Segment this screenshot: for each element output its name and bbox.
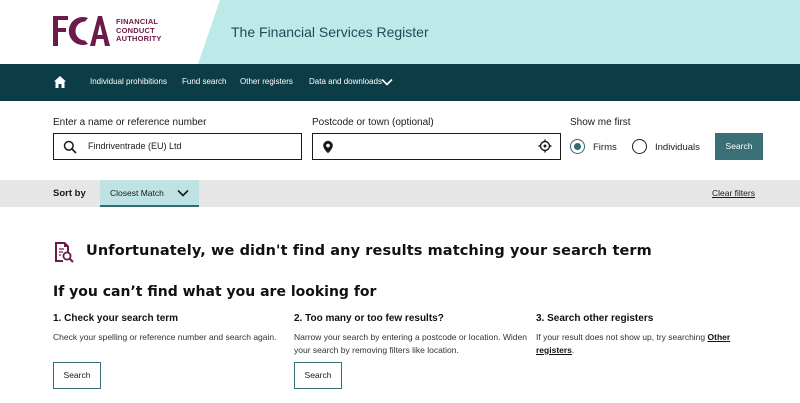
help-column-heading: 1. Check your search term [53, 313, 179, 324]
help-text-after-link: . [571, 345, 575, 355]
nav-item-data-and-downloads[interactable]: Data and downloads [309, 77, 382, 86]
sort-label: Sort by [53, 188, 86, 199]
logo-line-3: AUTHORITY [116, 34, 162, 44]
sort-dropdown[interactable]: Closest Match [100, 180, 199, 207]
refine-search-button[interactable]: Search [294, 362, 342, 389]
page: FINANCIAL CONDUCT AUTHORITY The Financia… [0, 0, 800, 403]
fca-logo[interactable]: FINANCIAL CONDUCT AUTHORITY [52, 14, 162, 48]
logo-wordmark: FINANCIAL CONDUCT AUTHORITY [116, 18, 162, 44]
main-nav: Individual prohibitions Fund search Othe… [0, 64, 800, 101]
help-column-too-many-results: 2. Too many or too few results? Narrow y… [294, 313, 534, 357]
nav-item-individual-prohibitions[interactable]: Individual prohibitions [90, 77, 167, 86]
radio-firms[interactable] [570, 139, 585, 154]
nav-item-fund-search[interactable]: Fund search [182, 77, 226, 86]
help-column-text: Narrow your search by entering a postcod… [294, 332, 527, 355]
clear-filters-link[interactable]: Clear filters [712, 188, 755, 198]
chevron-down-icon[interactable] [381, 77, 393, 87]
postcode-input[interactable] [312, 133, 561, 160]
name-field-label: Enter a name or reference number [53, 117, 207, 128]
name-search-input[interactable]: Findriventrade (EU) Ltd [53, 133, 302, 160]
radio-individuals-label[interactable]: Individuals [655, 142, 700, 153]
radio-individuals[interactable] [632, 139, 647, 154]
nav-item-other-registers[interactable]: Other registers [240, 77, 293, 86]
help-column-heading: 2. Too many or too few results? [294, 313, 444, 324]
chevron-down-icon [177, 189, 189, 197]
fca-logo-icon [53, 16, 110, 46]
home-icon[interactable] [53, 75, 67, 89]
show-first-label: Show me first [570, 117, 631, 128]
search-again-button[interactable]: Search [53, 362, 101, 389]
postcode-field-label: Postcode or town (optional) [312, 117, 434, 128]
search-icon [63, 140, 77, 154]
name-search-value: Findriventrade (EU) Ltd [88, 141, 182, 151]
help-column-text: Check your spelling or reference number … [53, 332, 277, 342]
help-column-text: If your result does not show up, try sea… [536, 331, 766, 357]
help-column-heading: 3. Search other registers [536, 313, 654, 324]
sort-bar: Sort by Closest Match Clear filters [0, 180, 800, 207]
help-column-other-registers: 3. Search other registers If your result… [536, 313, 766, 357]
help-section-title: If you can’t find what you are looking f… [53, 284, 377, 300]
site-header: FINANCIAL CONDUCT AUTHORITY The Financia… [0, 0, 800, 64]
map-pin-icon [323, 140, 333, 154]
help-text-before-link: If your result does not show up, try sea… [536, 332, 708, 342]
search-button[interactable]: Search [715, 133, 763, 160]
no-results-message: Unfortunately, we didn't find any result… [86, 243, 652, 259]
sort-selected-value: Closest Match [110, 188, 164, 198]
radio-firms-label[interactable]: Firms [593, 142, 617, 153]
locate-me-icon[interactable] [538, 139, 552, 153]
register-title: The Financial Services Register [231, 24, 429, 40]
document-search-icon [55, 242, 74, 263]
help-column-check-term: 1. Check your search term Check your spe… [53, 313, 293, 344]
